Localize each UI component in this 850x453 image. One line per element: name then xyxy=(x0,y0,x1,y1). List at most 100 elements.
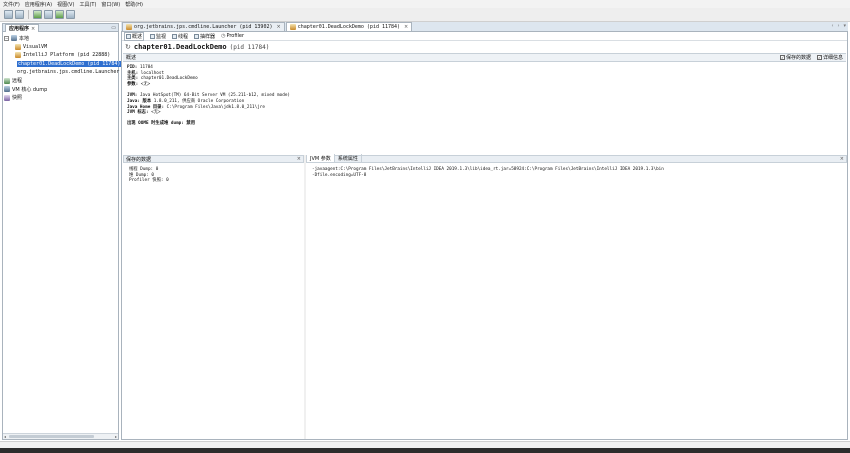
info-key: Java: 版本 xyxy=(127,98,152,104)
tab-threads-label: 线程 xyxy=(178,33,189,40)
saved-data-panel: 保存的数据 × 线程 Dump: 0 堆 Dump: 0 Profiler 快照… xyxy=(123,155,304,439)
refresh-icon: ↻ xyxy=(125,43,131,51)
info-value: <无> xyxy=(140,81,151,87)
info-key: 参数: xyxy=(127,81,139,87)
menu-window[interactable]: 窗口(W) xyxy=(101,1,120,8)
details-checkbox[interactable]: ✓ 详细信息 xyxy=(816,54,843,61)
close-icon[interactable]: × xyxy=(297,156,301,162)
tab-sampler-label: 抽样器 xyxy=(200,33,216,40)
coredump-icon xyxy=(4,86,10,93)
scrollbar-thumb[interactable] xyxy=(9,435,94,438)
tree-node-label: IntelliJ Platform (pid 22888) xyxy=(23,52,111,59)
heap-dump-oome-row: 出现 OOME 时生成堆 dump: 禁用 xyxy=(127,121,842,127)
close-icon[interactable]: × xyxy=(276,24,280,30)
overview-section-title: 概述 xyxy=(126,55,137,61)
page-title: chapter01.DeadLockDemo xyxy=(133,43,227,51)
info-key: Profiler 快照: xyxy=(129,178,164,184)
tab-overview[interactable]: 概述 xyxy=(124,31,145,41)
overview-info: PID: 11784 主机: localhost 主类: chapter01.D… xyxy=(122,62,847,129)
doc-tab-jps-launcher[interactable]: org.jetbrains.jps.cmdline.Launcher (pid … xyxy=(122,22,285,31)
overview-section-header: 概述 ✓ 保存的数据 ✓ 详细信息 xyxy=(123,53,846,62)
saved-data-title: 保存的数据 xyxy=(126,156,152,163)
info-value: 禁用 xyxy=(186,120,196,126)
tree-node-snapshots[interactable]: 快照 xyxy=(4,94,117,103)
horizontal-scrollbar[interactable]: ◂ ▸ xyxy=(3,433,118,439)
menu-help[interactable]: 帮助(H) xyxy=(125,1,143,8)
app-icon xyxy=(15,43,21,50)
close-icon[interactable]: × xyxy=(404,24,408,30)
sampler-icon xyxy=(194,33,200,39)
tab-system-properties-label: 系统属性 xyxy=(337,155,358,162)
tab-scroll-left-icon[interactable]: ‹ xyxy=(831,23,833,29)
taskbar-strip xyxy=(0,448,850,453)
tab-system-properties[interactable]: 系统属性 xyxy=(335,154,362,162)
status-bar xyxy=(0,441,850,453)
info-value: 11784 xyxy=(139,65,153,70)
details-label: 详细信息 xyxy=(822,55,843,61)
info-value: 1.8.0_211, 供应商 Oracle Corporation xyxy=(153,98,245,104)
tree-node-intellij[interactable]: IntelliJ Platform (pid 22888) xyxy=(4,51,117,60)
jvm-flags-row: JVM 标志: <无> xyxy=(127,110,842,116)
scroll-left-icon[interactable]: ◂ xyxy=(4,434,6,439)
tab-profiler[interactable]: ◷ Profiler xyxy=(221,33,244,39)
threads-icon xyxy=(172,33,178,39)
tree-node-remote[interactable]: 远程 xyxy=(4,77,117,86)
tree-node-coredump[interactable]: VM 核心 dump xyxy=(4,85,117,94)
tab-sampler[interactable]: 抽样器 xyxy=(194,33,215,40)
saved-data-body: 线程 Dump: 0 堆 Dump: 0 Profiler 快照: 0 xyxy=(123,163,304,188)
close-icon[interactable]: × xyxy=(840,156,844,162)
tab-overview-label: 概述 xyxy=(132,33,143,40)
app-icon xyxy=(289,24,296,30)
applications-tab[interactable]: 应用程序 × xyxy=(5,24,40,32)
info-key: Java Home 目录: xyxy=(127,104,165,110)
collapse-icon[interactable]: − xyxy=(4,35,9,41)
app-icon xyxy=(15,52,21,59)
jvm-panel-tabs: JVM 参数 系统属性 × xyxy=(306,154,847,163)
info-value: 0 xyxy=(166,178,169,184)
scroll-right-icon[interactable]: ▸ xyxy=(115,434,117,439)
tab-threads[interactable]: 线程 xyxy=(172,33,188,40)
info-value: 0 xyxy=(155,167,159,172)
saved-data-checkbox[interactable]: ✓ 保存的数据 xyxy=(779,54,811,61)
tree-node-deadlockdemo[interactable]: chapter01.DeadLockDemo (pid 11784) xyxy=(4,60,122,69)
document-tabs: org.jetbrains.jps.cmdline.Launcher (pid … xyxy=(121,22,848,32)
info-key: PID: xyxy=(127,65,138,70)
tab-scroll-right-icon[interactable]: › xyxy=(837,23,839,29)
tab-profiler-label: Profiler xyxy=(226,33,245,39)
tab-jvm-args-label: JVM 参数 xyxy=(310,155,331,162)
main-area: org.jetbrains.jps.cmdline.Launcher (pid … xyxy=(121,22,848,440)
tree-node-label: VM 核心 dump xyxy=(12,86,48,93)
tree-node-label: VisualVM xyxy=(23,43,48,50)
menu-tools[interactable]: 工具(T) xyxy=(79,1,96,8)
tab-navigation: ‹ › ▾ xyxy=(831,23,846,29)
add-coredump-icon[interactable] xyxy=(44,10,53,19)
menu-view[interactable]: 视图(V) xyxy=(57,1,74,8)
open-snapshot-icon[interactable] xyxy=(4,10,13,19)
menu-file[interactable]: 文件(F) xyxy=(3,1,20,8)
applications-tabbar: 应用程序 × ▭ xyxy=(3,24,118,32)
checkbox-checked-icon: ✓ xyxy=(816,55,822,60)
tree-node-label: chapter01.DeadLockDemo (pid 11784) xyxy=(17,60,122,67)
overview-icon xyxy=(126,33,131,39)
add-remote-host-icon[interactable] xyxy=(33,10,42,19)
application-header: ↻ chapter01.DeadLockDemo (pid 11784) xyxy=(122,41,847,53)
tree-node-jps-launcher[interactable]: org.jetbrains.jps.cmdline.Launcher (pid … xyxy=(4,68,155,77)
info-value: 0 xyxy=(151,172,155,178)
info-key: 主类: xyxy=(127,76,139,82)
application-snapshot-icon[interactable] xyxy=(55,10,64,19)
doc-tab-label: chapter01.DeadLockDemo (pid 11784) xyxy=(297,24,401,30)
tab-jvm-args[interactable]: JVM 参数 xyxy=(307,154,335,162)
settings-icon[interactable] xyxy=(66,10,75,19)
close-icon[interactable]: × xyxy=(31,26,35,32)
tab-monitor[interactable]: 监视 xyxy=(150,33,166,40)
minimize-icon[interactable]: ▭ xyxy=(111,25,116,31)
menu-application[interactable]: 应用程序(A) xyxy=(25,1,52,8)
overview-options: ✓ 保存的数据 ✓ 详细信息 xyxy=(779,54,843,61)
add-jmx-connection-icon[interactable] xyxy=(15,10,24,19)
tree-node-local[interactable]: − 本地 xyxy=(4,34,117,43)
info-value: Java HotSpot(TM) 64-Bit Server VM (25.21… xyxy=(139,93,290,99)
doc-tab-deadlockdemo[interactable]: chapter01.DeadLockDemo (pid 11784) × xyxy=(285,22,413,31)
tree-node-visualvm[interactable]: VisualVM xyxy=(4,43,117,52)
tab-list-icon[interactable]: ▾ xyxy=(843,23,846,29)
snapshot-icon xyxy=(4,94,10,101)
